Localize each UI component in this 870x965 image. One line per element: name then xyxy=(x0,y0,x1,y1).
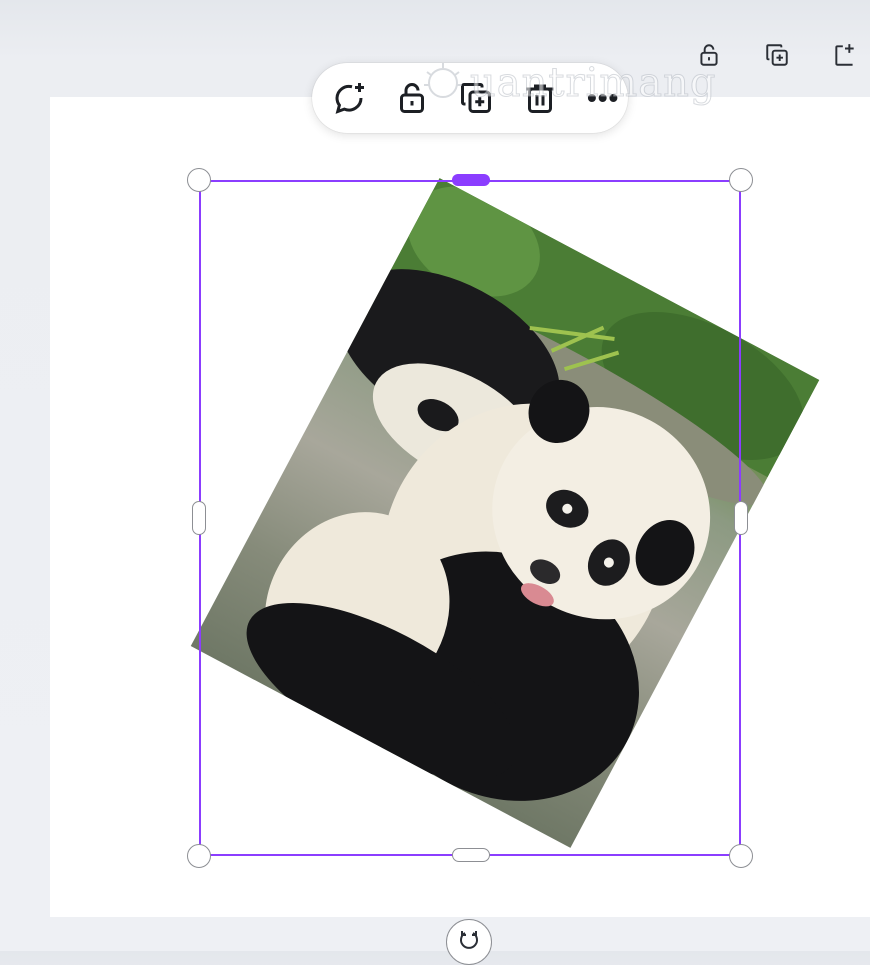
bottom-left-resize-handle[interactable] xyxy=(187,844,211,868)
top-right-resize-handle[interactable] xyxy=(729,168,753,192)
more-icon: ••• xyxy=(586,82,620,113)
delete-button[interactable] xyxy=(515,73,565,123)
trash-icon xyxy=(526,84,554,113)
add-comment-button[interactable] xyxy=(324,73,374,123)
add-page-button[interactable] xyxy=(830,40,860,70)
duplicate-button[interactable] xyxy=(451,73,501,123)
top-left-resize-handle[interactable] xyxy=(187,168,211,192)
unlock-icon xyxy=(400,83,425,113)
duplicate-icon xyxy=(766,44,788,66)
element-toolbar: ••• xyxy=(312,63,628,133)
unlock-icon xyxy=(700,44,718,66)
rotate-icon xyxy=(460,931,478,949)
bottom-right-resize-handle[interactable] xyxy=(729,844,753,868)
lock-page-button[interactable] xyxy=(694,40,724,70)
top-resize-handle[interactable] xyxy=(452,174,490,186)
selection-box xyxy=(199,180,741,856)
duplicate-page-button[interactable] xyxy=(762,40,792,70)
page-toolbar xyxy=(694,40,860,70)
rotate-handle[interactable] xyxy=(446,919,492,965)
right-resize-handle[interactable] xyxy=(734,501,748,535)
more-options-button[interactable]: ••• xyxy=(578,73,628,123)
lock-button[interactable] xyxy=(388,73,438,123)
add-comment-icon xyxy=(335,83,364,114)
add-page-icon xyxy=(835,44,854,66)
duplicate-icon xyxy=(460,83,491,113)
left-resize-handle[interactable] xyxy=(192,501,206,535)
bottom-resize-handle[interactable] xyxy=(452,848,490,862)
